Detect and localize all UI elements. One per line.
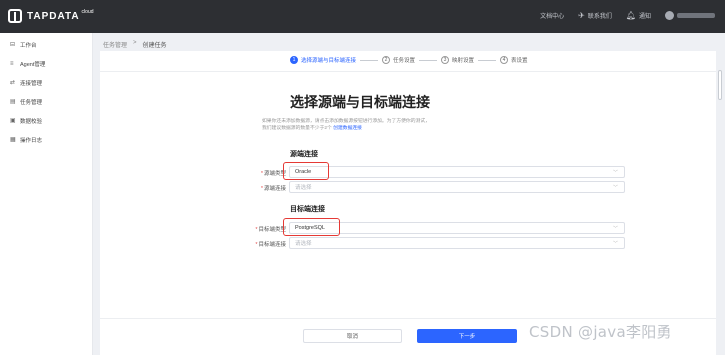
sidebar-item-label: 操作日志	[20, 137, 43, 144]
workbench-icon: ⊟	[10, 42, 16, 48]
divider	[100, 71, 716, 72]
sidebar-item-label: 工作台	[20, 42, 37, 49]
verify-icon: ▣	[10, 118, 16, 124]
target-connection-select[interactable]: 请选择 ﹀	[289, 237, 625, 249]
log-icon: ▦	[10, 137, 16, 143]
sidebar-item-verify[interactable]: ▣ 数据校验	[0, 111, 92, 130]
required-mark: *	[260, 171, 263, 177]
bell-icon: 🔔︎	[625, 11, 636, 20]
connection-icon: ⇄	[10, 80, 16, 86]
target-conn-label: *目标端连接	[240, 240, 286, 248]
source-section-title: 源端连接	[290, 151, 318, 158]
sidebar-item-label: Agent管理	[20, 61, 46, 68]
step-number: 2	[382, 56, 391, 64]
send-icon: ✈	[578, 11, 585, 20]
main-panel: 1 选择源端与目标端连接 2 任务设置 3 映射设置 4 表设置 选择源端与目标…	[100, 51, 716, 355]
page-description: 如果你还未添加数据源，请点击添加数据源按钮进行添加。为了方便你的测试，我们建议数…	[262, 118, 432, 132]
breadcrumb-current: 创建任务	[142, 43, 167, 49]
sidebar-item-connection[interactable]: ⇄ 连接管理	[0, 73, 92, 92]
source-connection-select[interactable]: 请选择 ﹀	[289, 181, 625, 193]
avatar	[665, 11, 674, 20]
next-button[interactable]: 下一步	[417, 329, 517, 343]
step-number: 3	[441, 56, 450, 64]
chevron-down-icon: ﹀	[612, 226, 618, 232]
chevron-down-icon: ﹀	[612, 185, 618, 191]
source-type-select[interactable]: Oracle ﹀	[289, 166, 625, 178]
brand-name: TAPDATA	[27, 10, 80, 22]
sidebar-item-label: 连接管理	[20, 80, 43, 87]
step-2: 2 任务设置	[382, 56, 415, 64]
target-type-label: *目标端类型	[240, 225, 286, 233]
step-label: 任务设置	[393, 58, 416, 64]
step-number: 1	[290, 56, 298, 64]
target-connection-placeholder: 请选择	[295, 241, 312, 247]
create-connection-link[interactable]: 创建数据连接	[333, 126, 362, 131]
required-mark: *	[260, 186, 263, 192]
sidebar-item-logs[interactable]: ▦ 操作日志	[0, 130, 92, 149]
step-connector	[360, 59, 379, 61]
step-label: 表设置	[511, 58, 528, 64]
sidebar-item-label: 数据校验	[20, 118, 43, 125]
contact-label: 联系我们	[587, 14, 612, 20]
target-type-label-text: 目标端类型	[258, 227, 286, 233]
breadcrumb-separator: >	[133, 40, 137, 46]
highlight-box	[283, 218, 340, 236]
logo[interactable]: TAPDATA cloud	[8, 9, 94, 23]
step-label: 选择源端与目标端连接	[301, 58, 357, 64]
sidebar-item-workbench[interactable]: ⊟ 工作台	[0, 35, 92, 54]
top-bar: TAPDATA cloud 文档中心 ✈ 联系我们 🔔︎ 通知	[0, 0, 725, 33]
step-4: 4 表设置	[500, 56, 528, 64]
source-connection-placeholder: 请选择	[295, 185, 312, 191]
chevron-down-icon: ﹀	[612, 241, 618, 247]
footer-divider	[100, 318, 716, 319]
sidebar-item-label: 任务管理	[20, 99, 43, 106]
notifications-link[interactable]: 🔔︎ 通知	[626, 11, 651, 20]
sidebar: ⊟ 工作台 ≡ Agent管理 ⇄ 连接管理 ▤ 任务管理 ▣ 数据校验 ▦ 操…	[0, 33, 93, 355]
step-label: 映射设置	[452, 58, 475, 64]
task-icon: ▤	[10, 99, 16, 105]
page-title: 选择源端与目标端连接	[290, 94, 430, 110]
source-conn-label: *源端连接	[250, 184, 286, 192]
step-connector	[478, 59, 497, 61]
tapdata-logo-icon	[8, 9, 22, 23]
source-type-label: *源端类型	[250, 169, 286, 177]
notifications-label: 通知	[638, 14, 651, 20]
user-menu[interactable]	[665, 11, 715, 20]
source-conn-label-text: 源端连接	[263, 186, 286, 192]
contact-link[interactable]: ✈ 联系我们	[578, 11, 612, 20]
target-section-title: 目标端连接	[290, 206, 325, 213]
agent-icon: ≡	[10, 60, 14, 67]
chevron-down-icon: ﹀	[612, 170, 618, 176]
breadcrumb-parent[interactable]: 任务管理	[103, 40, 127, 49]
breadcrumb: 任务管理 > 创建任务	[103, 40, 167, 49]
step-1: 1 选择源端与目标端连接	[290, 56, 356, 64]
scrollbar[interactable]	[718, 70, 722, 100]
brand-sup: cloud	[81, 9, 94, 15]
step-3: 3 映射设置	[441, 56, 474, 64]
user-name-redacted	[677, 13, 715, 18]
docs-link[interactable]: 文档中心	[540, 11, 564, 20]
sidebar-item-agent[interactable]: ≡ Agent管理	[0, 54, 92, 73]
highlight-box	[283, 162, 329, 180]
step-indicator: 1 选择源端与目标端连接 2 任务设置 3 映射设置 4 表设置	[290, 56, 528, 64]
watermark: CSDN @java李阳勇	[529, 323, 672, 341]
sidebar-item-tasks[interactable]: ▤ 任务管理	[0, 92, 92, 111]
step-connector	[419, 59, 438, 61]
target-conn-label-text: 目标端连接	[258, 242, 286, 248]
step-number: 4	[500, 56, 509, 64]
cancel-button[interactable]: 取消	[303, 329, 402, 343]
